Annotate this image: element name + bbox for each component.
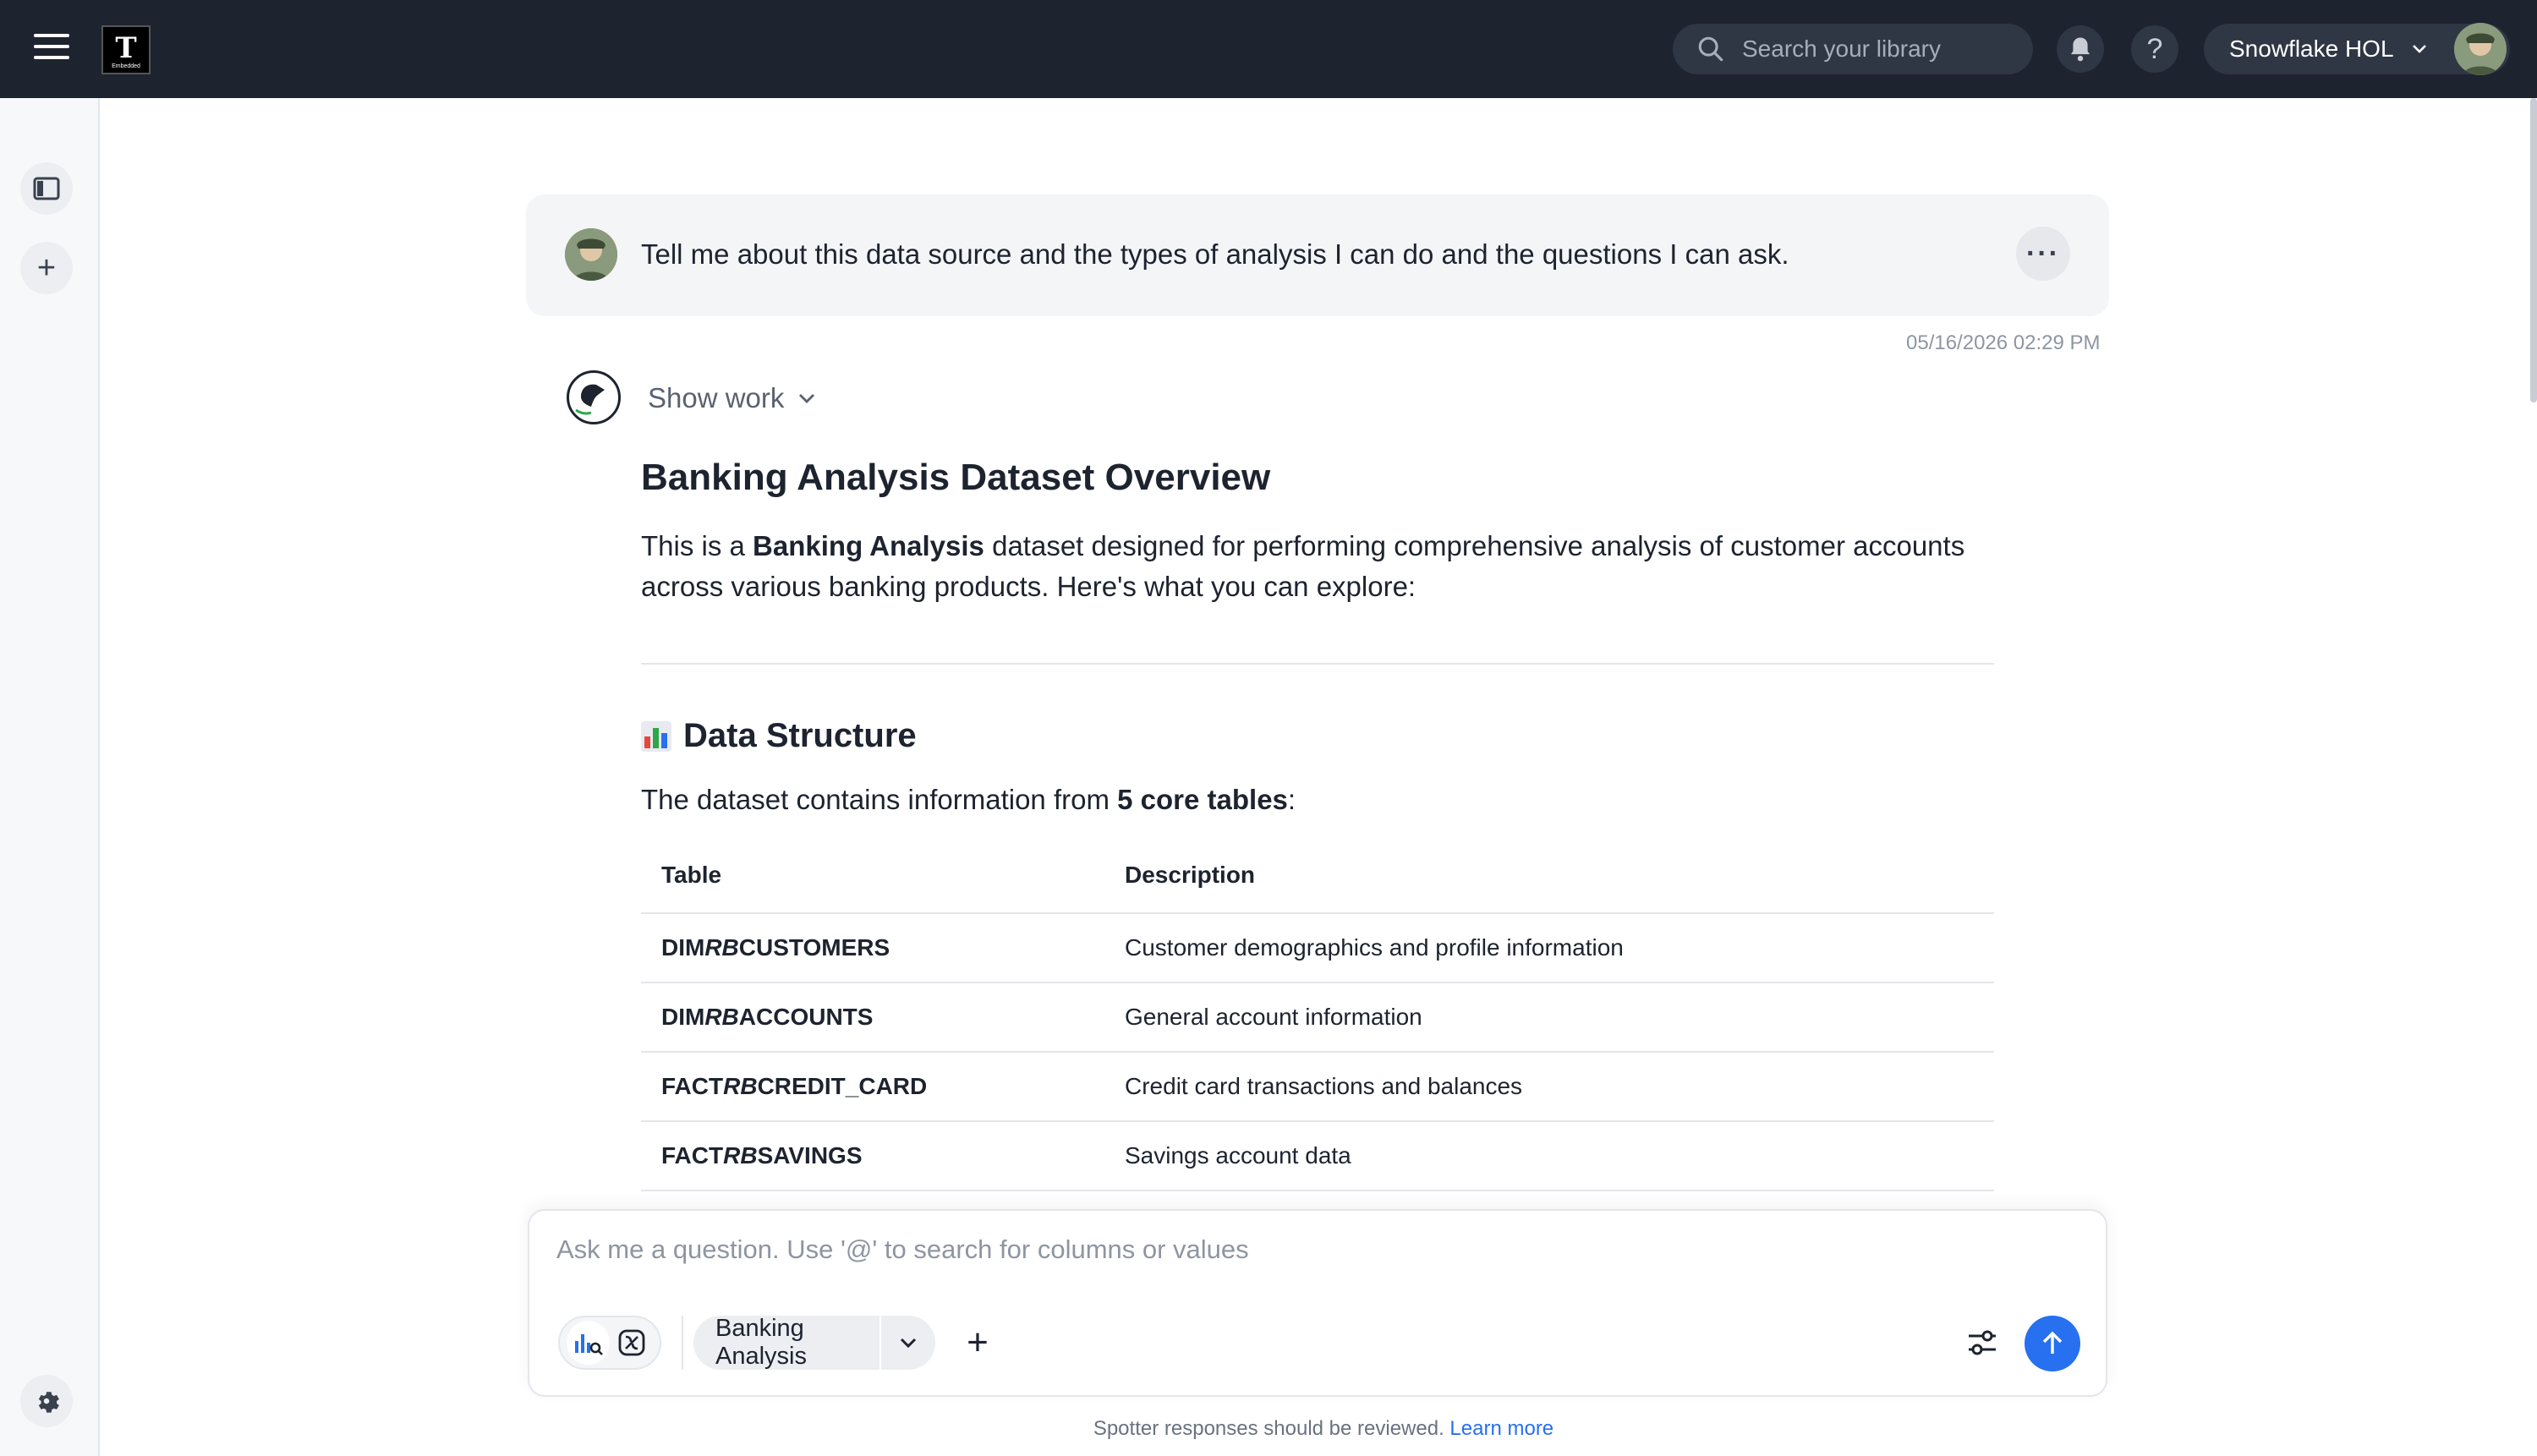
table-name-part: RB [704, 1004, 739, 1030]
left-sidebar: + [0, 98, 100, 1456]
table-name-part: FACT [661, 1142, 724, 1169]
user-avatar [565, 228, 617, 281]
mode-toggle [558, 1316, 661, 1370]
help-button[interactable]: ? [2131, 25, 2178, 73]
learn-more-link[interactable]: Learn more [1449, 1417, 1553, 1440]
logo-caption: Embedded [112, 63, 140, 69]
org-name: Snowflake HOL [2229, 36, 2394, 62]
library-search[interactable] [1673, 24, 2033, 74]
question-input[interactable] [556, 1234, 2062, 1282]
tables-sentence: The dataset contains information from 5 … [641, 784, 1994, 816]
show-work-toggle[interactable]: Show work [648, 382, 816, 414]
top-navigation-bar: T Embedded ? Snowflake HOL [0, 0, 2537, 98]
toolbar-divider [682, 1316, 683, 1370]
table-description-cell: General account information [1104, 983, 1994, 1053]
add-data-source-button[interactable]: + [952, 1317, 1003, 1368]
assistant-avatar [567, 370, 621, 424]
chevron-down-icon [799, 394, 815, 403]
sliders-icon [1969, 1330, 1996, 1355]
chevron-down-icon [2412, 45, 2426, 53]
sidebar-toggle-icon [33, 177, 60, 200]
ai-spark-icon [618, 1329, 644, 1356]
app-logo[interactable]: T Embedded [101, 25, 151, 74]
more-icon: ··· [2026, 237, 2060, 270]
table-header-cell: Description [1104, 850, 1994, 914]
section-title-text: Data Structure [683, 717, 917, 754]
table-name-part: CUSTOMERS [738, 934, 890, 961]
table-row: DIMRBACCOUNTS General account informatio… [641, 983, 1994, 1053]
section-divider [641, 663, 1994, 665]
search-input[interactable] [1742, 36, 2013, 63]
data-source-select[interactable]: Banking Analysis [693, 1316, 935, 1370]
question-timestamp: 05/16/2026 02:29 PM [1906, 331, 2101, 354]
table-name-part: RB [723, 1073, 758, 1099]
more-options-button[interactable]: ··· [2016, 227, 2070, 281]
logo-letter: T [115, 31, 137, 65]
sentence-bold: 5 core tables [1117, 784, 1288, 815]
disclaimer-text: Spotter responses should be reviewed. [1093, 1417, 1444, 1440]
table-name-part: DIM [661, 1004, 705, 1030]
table-name-part: RB [723, 1142, 758, 1169]
bar-chart-icon [641, 720, 671, 752]
response-title: Banking Analysis Dataset Overview [641, 457, 1271, 498]
plus-icon: + [36, 249, 57, 286]
search-icon [1698, 36, 1723, 62]
tables-table: Table Description DIMRBCUSTOMERS Custome… [641, 850, 1994, 1191]
table-name-cell: DIMRBACCOUNTS [641, 983, 1104, 1053]
user-question-card: Tell me about this data source and the t… [526, 194, 2109, 316]
table-name-cell: FACTRBCREDIT_CARD [641, 1052, 1104, 1122]
intro-bold: Banking Analysis [753, 530, 984, 561]
table-description-cell: Customer demographics and profile inform… [1104, 913, 1994, 983]
help-icon: ? [2146, 32, 2163, 65]
section-title: Data Structure [641, 717, 1994, 755]
table-header-row: Table Description [641, 850, 1994, 914]
table-name-part: CREDIT_CARD [757, 1073, 928, 1099]
question-composer: Banking Analysis + [528, 1209, 2107, 1397]
show-work-label: Show work [648, 382, 785, 413]
assistant-logo-icon [575, 384, 605, 415]
table-row: FACTRBSAVINGS Savings account data [641, 1121, 1994, 1191]
question-text: Tell me about this data source and the t… [641, 238, 1789, 270]
table-description-cell: Savings account data [1104, 1121, 1994, 1191]
chart-search-icon [574, 1334, 603, 1355]
page-scrollbar[interactable] [2530, 98, 2537, 402]
gear-icon [38, 1392, 59, 1413]
table-name-part: SAVINGS [757, 1142, 863, 1169]
plus-icon: + [967, 1322, 989, 1363]
toggle-sidebar-button[interactable] [20, 162, 73, 215]
table-name-cell: DIMRBCUSTOMERS [641, 913, 1104, 983]
intro-prefix: This is a [641, 530, 753, 561]
search-analytics-mode-button[interactable] [567, 1321, 610, 1365]
data-source-label: Banking Analysis [715, 1316, 807, 1370]
bell-icon [2070, 37, 2090, 62]
send-button[interactable] [2025, 1316, 2080, 1371]
ai-mode-button[interactable] [610, 1321, 653, 1365]
table-row: DIMRBCUSTOMERS Customer demographics and… [641, 913, 1994, 983]
notifications-button[interactable] [2057, 25, 2104, 73]
disclaimer-note: Spotter responses should be reviewed. Le… [0, 1417, 2537, 1441]
table-name-cell: FACTRBSAVINGS [641, 1121, 1104, 1191]
table-name-part: ACCOUNTS [738, 1004, 874, 1030]
user-avatar[interactable] [2454, 23, 2507, 75]
table-name-part: FACT [661, 1073, 724, 1099]
org-switcher[interactable]: Snowflake HOL [2204, 23, 2510, 75]
table-row: FACTRBCREDIT_CARD Credit card transactio… [641, 1052, 1994, 1122]
response-intro: This is a Banking Analysis dataset desig… [641, 526, 1994, 607]
chevron-down-icon [900, 1338, 917, 1349]
table-name-part: DIM [661, 934, 705, 961]
sentence-prefix: The dataset contains information from [641, 784, 1118, 815]
sentence-suffix: : [1287, 784, 1296, 815]
table-description-cell: Credit card transactions and balances [1104, 1052, 1994, 1122]
data-source-dropdown-button[interactable] [879, 1316, 935, 1370]
new-chat-button[interactable]: + [20, 242, 73, 294]
table-name-part: RB [704, 934, 739, 961]
arrow-up-icon [2042, 1331, 2063, 1354]
menu-icon[interactable] [34, 34, 69, 63]
assistant-response: Banking Analysis Dataset Overview This i… [641, 457, 1994, 1191]
table-header-cell: Table [641, 850, 1104, 914]
settings-sliders-button[interactable] [1957, 1317, 2008, 1368]
